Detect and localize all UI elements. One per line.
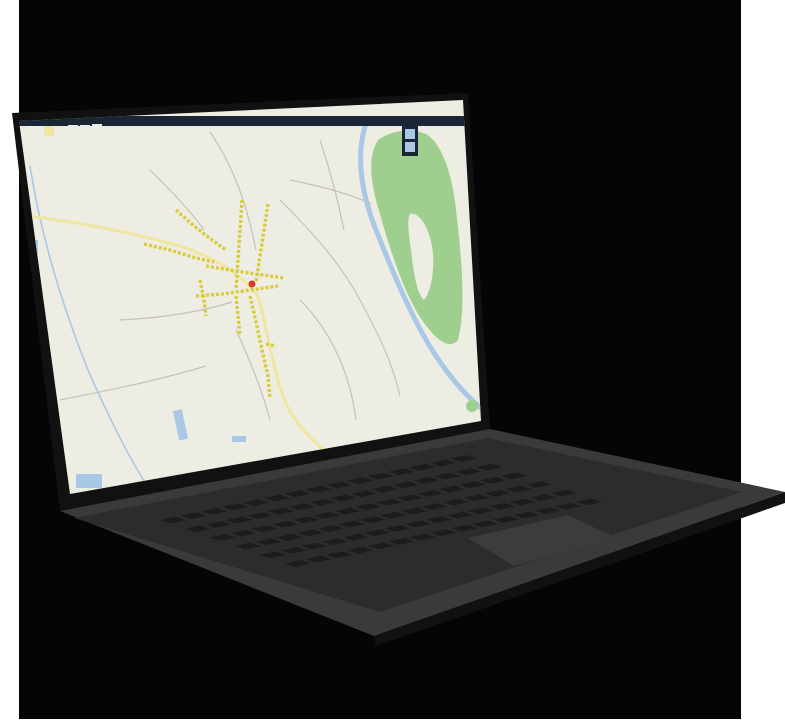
settings-icon[interactable] xyxy=(68,125,78,135)
search-icon[interactable] xyxy=(56,126,66,136)
location-button[interactable] xyxy=(466,400,478,412)
marker-alert xyxy=(248,280,256,288)
zoom-in-icon[interactable] xyxy=(405,129,415,139)
map-layer-icon[interactable] xyxy=(44,126,54,136)
scale-box xyxy=(76,474,102,488)
laptop-scene xyxy=(0,0,785,722)
pond xyxy=(232,436,246,442)
zoom-out-icon[interactable] xyxy=(405,142,415,152)
print-icon[interactable] xyxy=(80,125,90,135)
info-icon[interactable] xyxy=(92,124,102,134)
